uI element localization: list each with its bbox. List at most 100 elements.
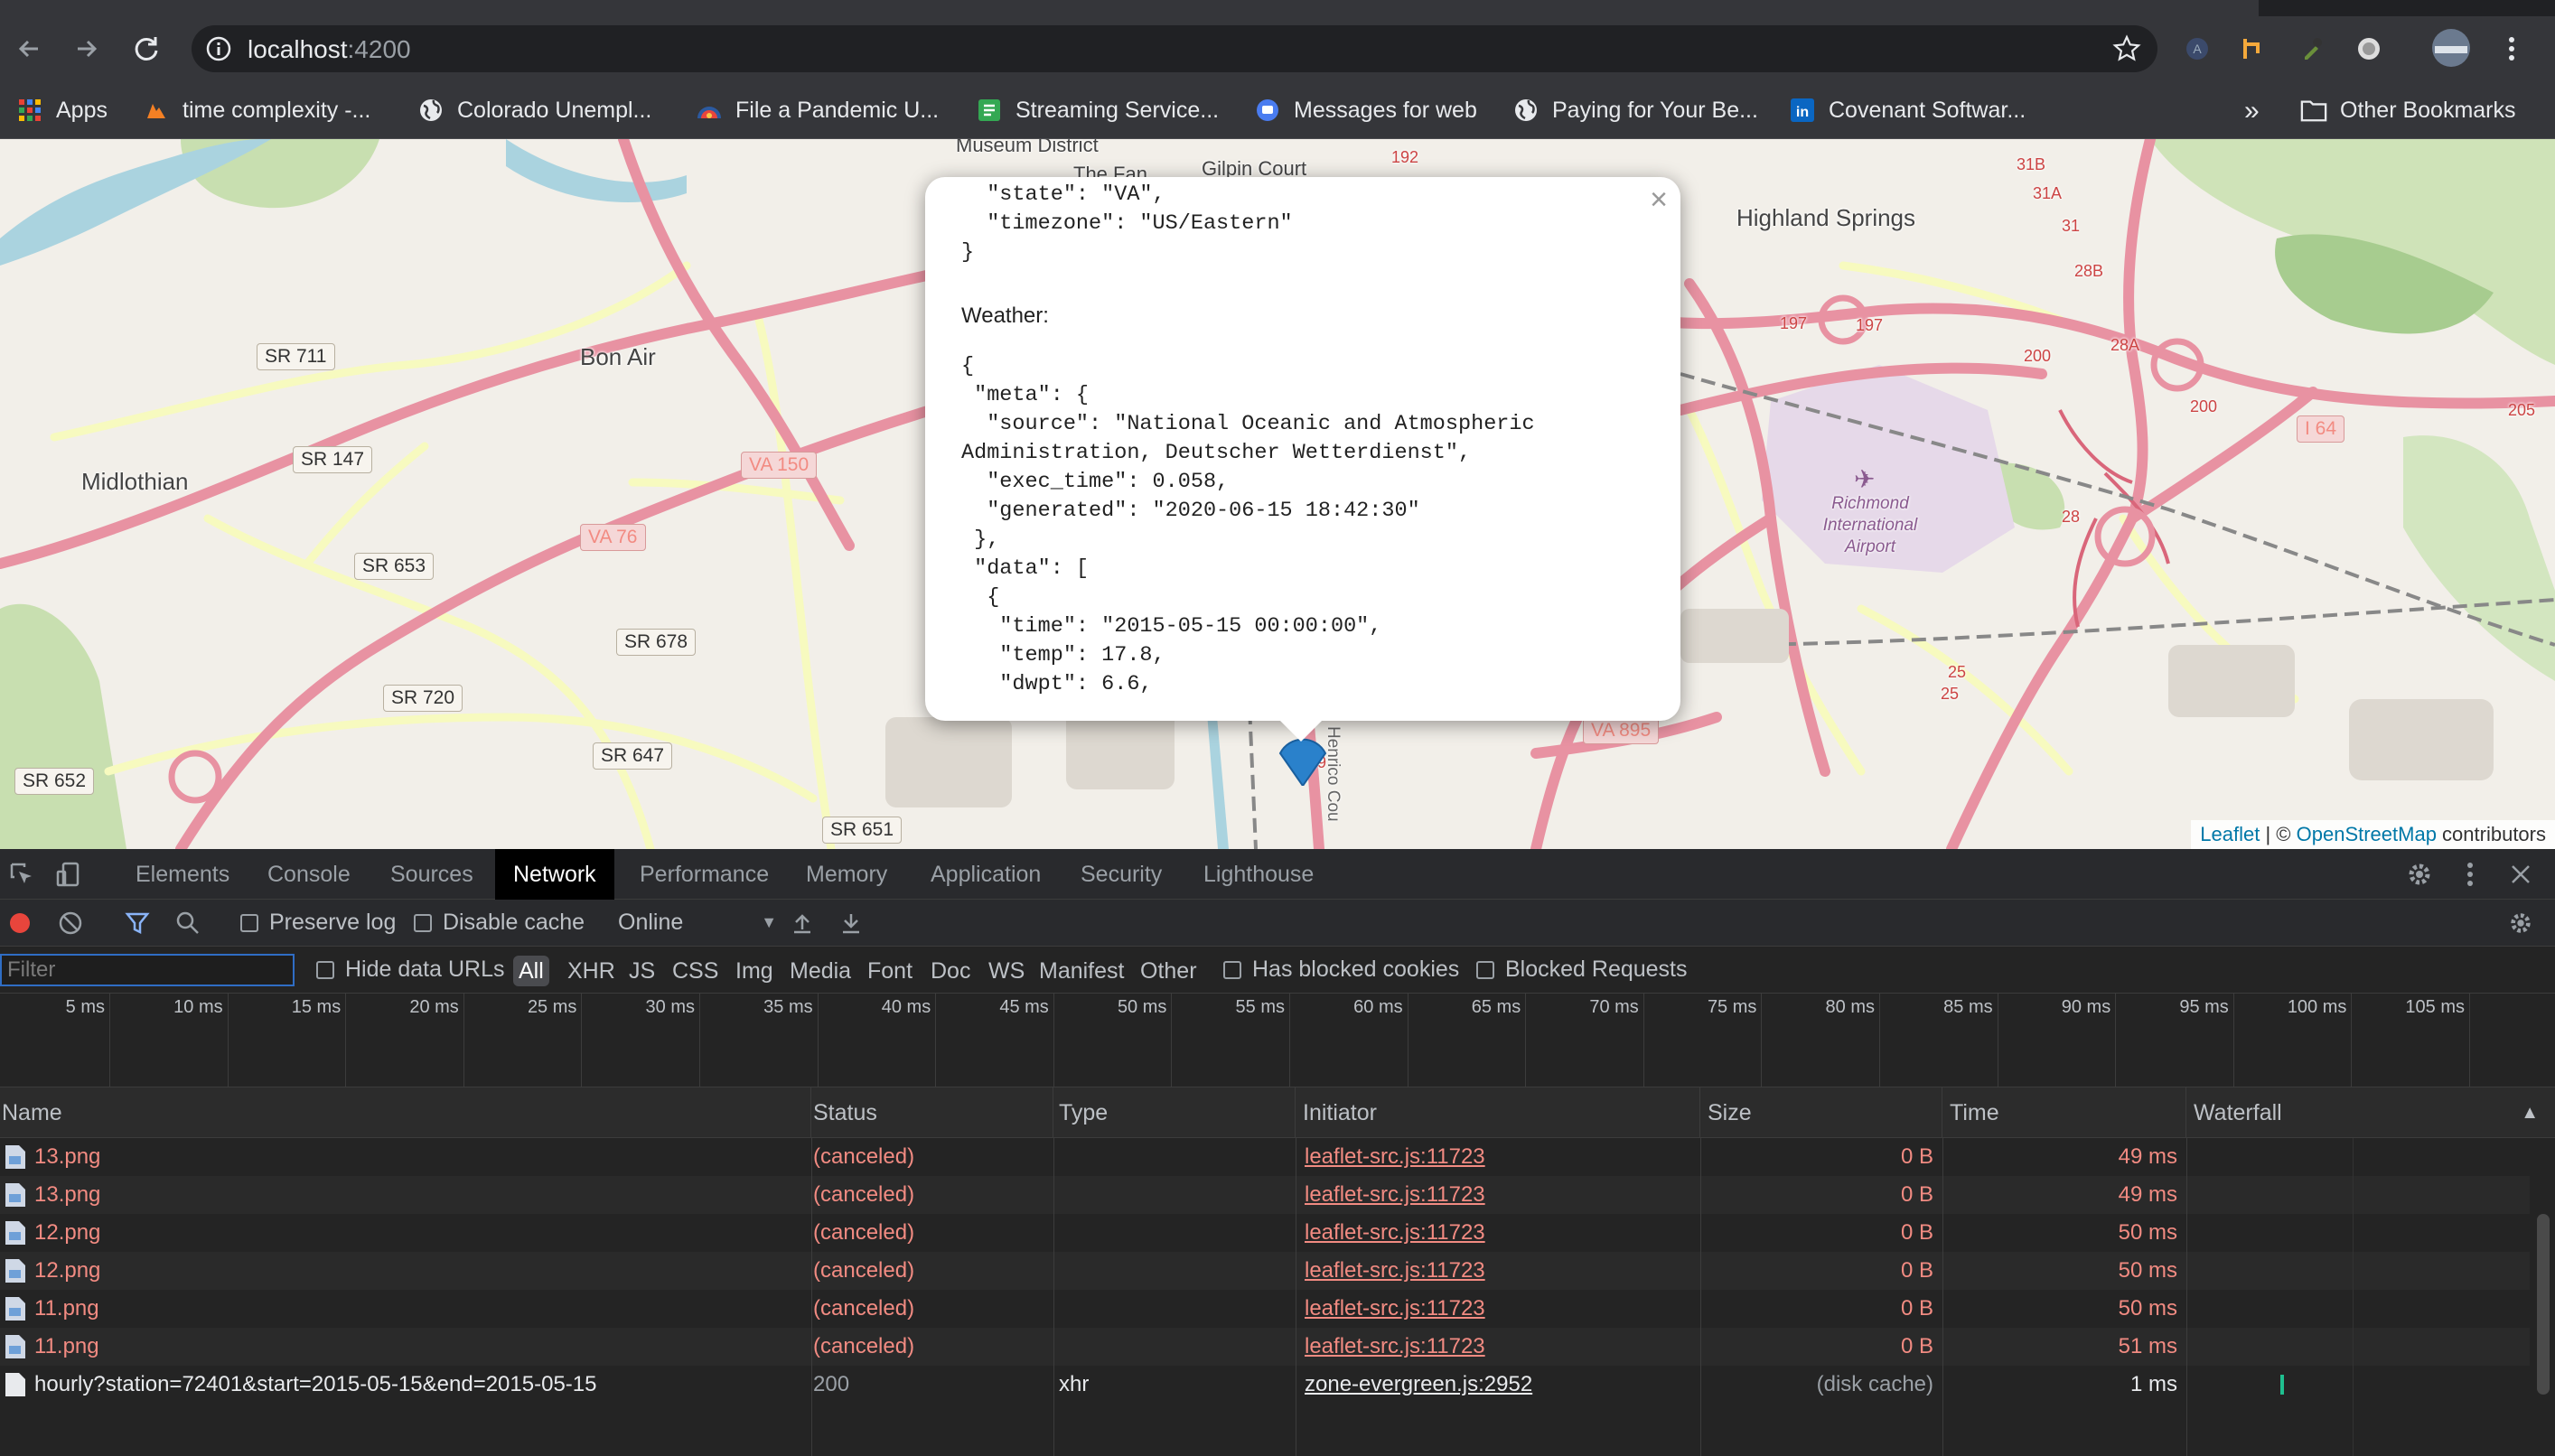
request-initiator-link[interactable]: leaflet-src.js:11723 xyxy=(1305,1138,1693,1176)
marker-popup[interactable]: × "state": "VA", "timezone": "US/Eastern… xyxy=(925,177,1680,721)
table-row[interactable]: 13.png (canceled) leaflet-src.js:11723 0 B 4… xyxy=(0,1176,2530,1214)
request-name[interactable]: 11.png xyxy=(4,1290,799,1328)
request-name[interactable]: 12.png xyxy=(4,1252,799,1290)
column-header-name[interactable]: Name xyxy=(0,1087,811,1138)
export-har-icon[interactable] xyxy=(835,907,867,939)
filter-type-ws[interactable]: WS xyxy=(988,956,1025,986)
device-toolbar-icon[interactable] xyxy=(52,858,85,891)
request-type xyxy=(1059,1290,1294,1328)
request-initiator-link[interactable]: leaflet-src.js:11723 xyxy=(1305,1328,1693,1366)
column-header-size[interactable]: Size xyxy=(1700,1087,1942,1138)
extension-eyedropper-icon[interactable] xyxy=(2295,33,2327,65)
table-row[interactable]: hourly?station=72401&start=2015-05-15&en… xyxy=(0,1366,2530,1404)
table-scrollbar[interactable] xyxy=(2537,1214,2550,1395)
extension-vpn-icon[interactable]: A xyxy=(2181,33,2213,65)
request-initiator-link[interactable]: leaflet-src.js:11723 xyxy=(1305,1290,1693,1328)
bookmarks-overflow-button[interactable]: » xyxy=(2244,96,2260,126)
filter-icon[interactable] xyxy=(121,907,154,939)
bookmark-time-complexity[interactable]: time complexity -... xyxy=(143,94,370,126)
leaflet-link[interactable]: Leaflet xyxy=(2200,823,2260,845)
leaflet-map[interactable]: Museum District The Fan Gilpin Court Hig… xyxy=(0,139,2555,849)
address-bar[interactable]: localhost:4200 xyxy=(192,25,2157,72)
tab-network[interactable]: Network xyxy=(495,849,614,900)
tab-lighthouse[interactable]: Lighthouse xyxy=(1185,849,1332,900)
table-row[interactable]: 12.png (canceled) leaflet-src.js:11723 0 B 5… xyxy=(0,1252,2530,1290)
request-initiator-link[interactable]: leaflet-src.js:11723 xyxy=(1305,1252,1693,1290)
request-initiator-link[interactable]: leaflet-src.js:11723 xyxy=(1305,1214,1693,1252)
tab-performance[interactable]: Performance xyxy=(622,849,787,900)
filter-type-other[interactable]: Other xyxy=(1140,956,1197,986)
network-overview-timeline[interactable]: 5 ms 10 ms 15 ms 20 ms 25 ms 30 ms 35 ms 40 ms 4… xyxy=(0,994,2555,1087)
column-header-initiator[interactable]: Initiator xyxy=(1296,1087,1700,1138)
network-settings-icon[interactable] xyxy=(2504,907,2537,939)
blocked-requests-checkbox[interactable]: Blocked Requests xyxy=(1476,957,1688,983)
request-name[interactable]: 13.png xyxy=(4,1138,799,1176)
tab-console[interactable]: Console xyxy=(249,849,369,900)
bookmark-star-icon[interactable] xyxy=(2112,34,2141,63)
other-bookmarks-folder[interactable]: Other Bookmarks xyxy=(2300,94,2516,126)
request-name[interactable]: 12.png xyxy=(4,1214,799,1252)
tab-security[interactable]: Security xyxy=(1062,849,1180,900)
filter-type-css[interactable]: CSS xyxy=(672,956,718,986)
table-row[interactable]: 12.png (canceled) leaflet-src.js:11723 0 B 5… xyxy=(0,1214,2530,1252)
request-name[interactable]: hourly?station=72401&start=2015-05-15&en… xyxy=(4,1366,799,1404)
column-header-status[interactable]: Status xyxy=(811,1087,1053,1138)
filter-type-js[interactable]: JS xyxy=(629,956,655,986)
tab-application[interactable]: Application xyxy=(912,849,1059,900)
search-icon[interactable] xyxy=(172,907,204,939)
tab-elements[interactable]: Elements xyxy=(117,849,248,900)
bookmark-pandemic[interactable]: File a Pandemic U... xyxy=(696,94,939,126)
throttling-select[interactable]: Online ▼ xyxy=(618,910,777,936)
table-row[interactable]: 13.png (canceled) leaflet-src.js:11723 0 B 4… xyxy=(0,1138,2530,1176)
filter-type-all[interactable]: All xyxy=(513,956,549,986)
openstreetmap-link[interactable]: OpenStreetMap xyxy=(2297,823,2437,845)
column-header-waterfall[interactable]: Waterfall ▲ xyxy=(2186,1087,2555,1138)
filter-type-media[interactable]: Media xyxy=(790,956,851,986)
table-row[interactable]: 11.png (canceled) leaflet-src.js:11723 0 B 5… xyxy=(0,1290,2530,1328)
filter-type-font[interactable]: Font xyxy=(867,956,912,986)
request-name[interactable]: 11.png xyxy=(4,1328,799,1366)
active-tab[interactable] xyxy=(0,0,2259,16)
messages-icon xyxy=(1254,97,1281,124)
profile-avatar[interactable] xyxy=(2430,27,2472,69)
request-initiator-link[interactable]: leaflet-src.js:11723 xyxy=(1305,1176,1693,1214)
table-row[interactable]: 11.png (canceled) leaflet-src.js:11723 0 B 5… xyxy=(0,1328,2530,1366)
import-har-icon[interactable] xyxy=(786,907,819,939)
request-name[interactable]: 13.png xyxy=(4,1176,799,1214)
route-shield: VA 150 xyxy=(741,452,818,479)
inspect-element-icon[interactable] xyxy=(5,858,38,891)
bookmark-colorado-unemployment[interactable]: Colorado Unempl... xyxy=(417,94,651,126)
filter-type-doc[interactable]: Doc xyxy=(931,956,970,986)
filter-type-img[interactable]: Img xyxy=(735,956,773,986)
extension-circle-icon[interactable] xyxy=(2353,33,2385,65)
tab-memory[interactable]: Memory xyxy=(788,849,905,900)
map-label-midlothian: Midlothian xyxy=(81,468,189,495)
back-button[interactable] xyxy=(9,29,49,69)
preserve-log-checkbox[interactable]: Preserve log xyxy=(240,910,396,936)
filter-type-manifest[interactable]: Manifest xyxy=(1039,956,1124,986)
more-options-icon[interactable] xyxy=(2454,858,2486,891)
browser-menu-icon[interactable] xyxy=(2495,33,2528,65)
settings-gear-icon[interactable] xyxy=(2403,858,2436,891)
request-initiator-link[interactable]: zone-evergreen.js:2952 xyxy=(1305,1366,1693,1404)
column-header-type[interactable]: Type xyxy=(1053,1087,1296,1138)
hide-data-urls-checkbox[interactable]: Hide data URLs xyxy=(316,957,504,983)
filter-input[interactable]: Filter xyxy=(0,954,295,986)
filter-type-xhr[interactable]: XHR xyxy=(567,956,615,986)
bookmark-apps[interactable]: Apps xyxy=(16,94,108,126)
record-button[interactable] xyxy=(4,907,36,939)
disable-cache-checkbox[interactable]: Disable cache xyxy=(414,910,585,936)
tab-sources[interactable]: Sources xyxy=(372,849,491,900)
bookmark-covenant[interactable]: in Covenant Softwar... xyxy=(1789,94,2026,126)
bookmark-streaming[interactable]: Streaming Service... xyxy=(976,94,1219,126)
close-devtools-icon[interactable] xyxy=(2504,858,2537,891)
bookmark-messages[interactable]: Messages for web xyxy=(1254,94,1477,126)
has-blocked-cookies-checkbox[interactable]: Has blocked cookies xyxy=(1223,957,1459,983)
extension-git-icon[interactable] xyxy=(2237,33,2270,65)
map-label-airport: Richmond International Airport xyxy=(1822,494,1918,556)
forward-button[interactable] xyxy=(67,29,107,69)
clear-icon[interactable] xyxy=(54,907,87,939)
bookmark-paying-benefits[interactable]: Paying for Your Be... xyxy=(1512,94,1758,126)
reload-button[interactable] xyxy=(126,29,166,69)
column-header-time[interactable]: Time xyxy=(1942,1087,2186,1138)
